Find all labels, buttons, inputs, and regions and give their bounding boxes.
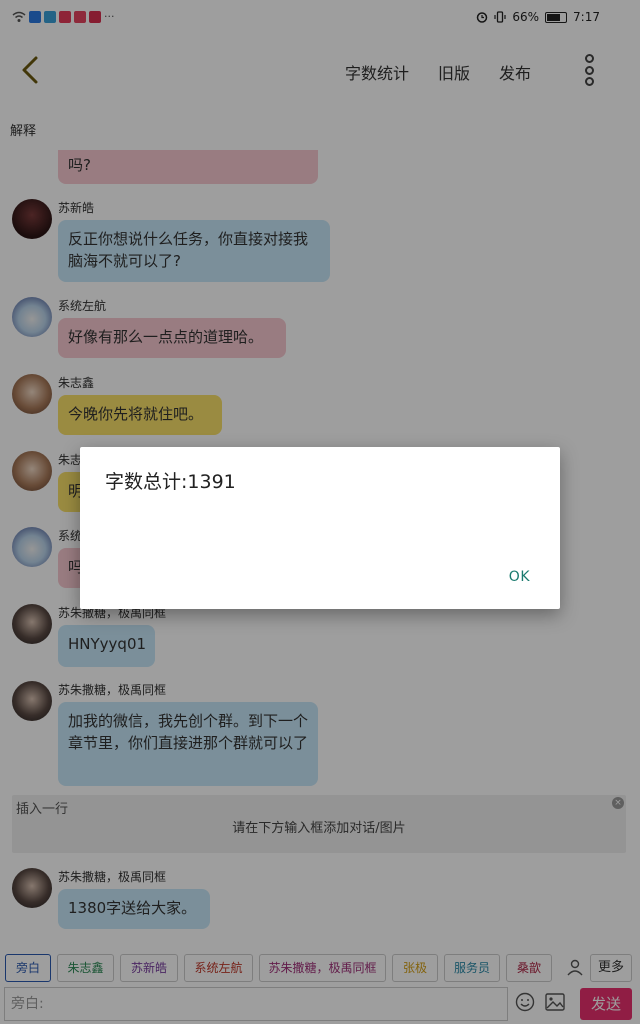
dialog-message: 字数总计:1391 [105,471,236,493]
ok-button[interactable]: OK [509,569,530,585]
word-count-dialog: 字数总计:1391 OK [80,447,560,609]
